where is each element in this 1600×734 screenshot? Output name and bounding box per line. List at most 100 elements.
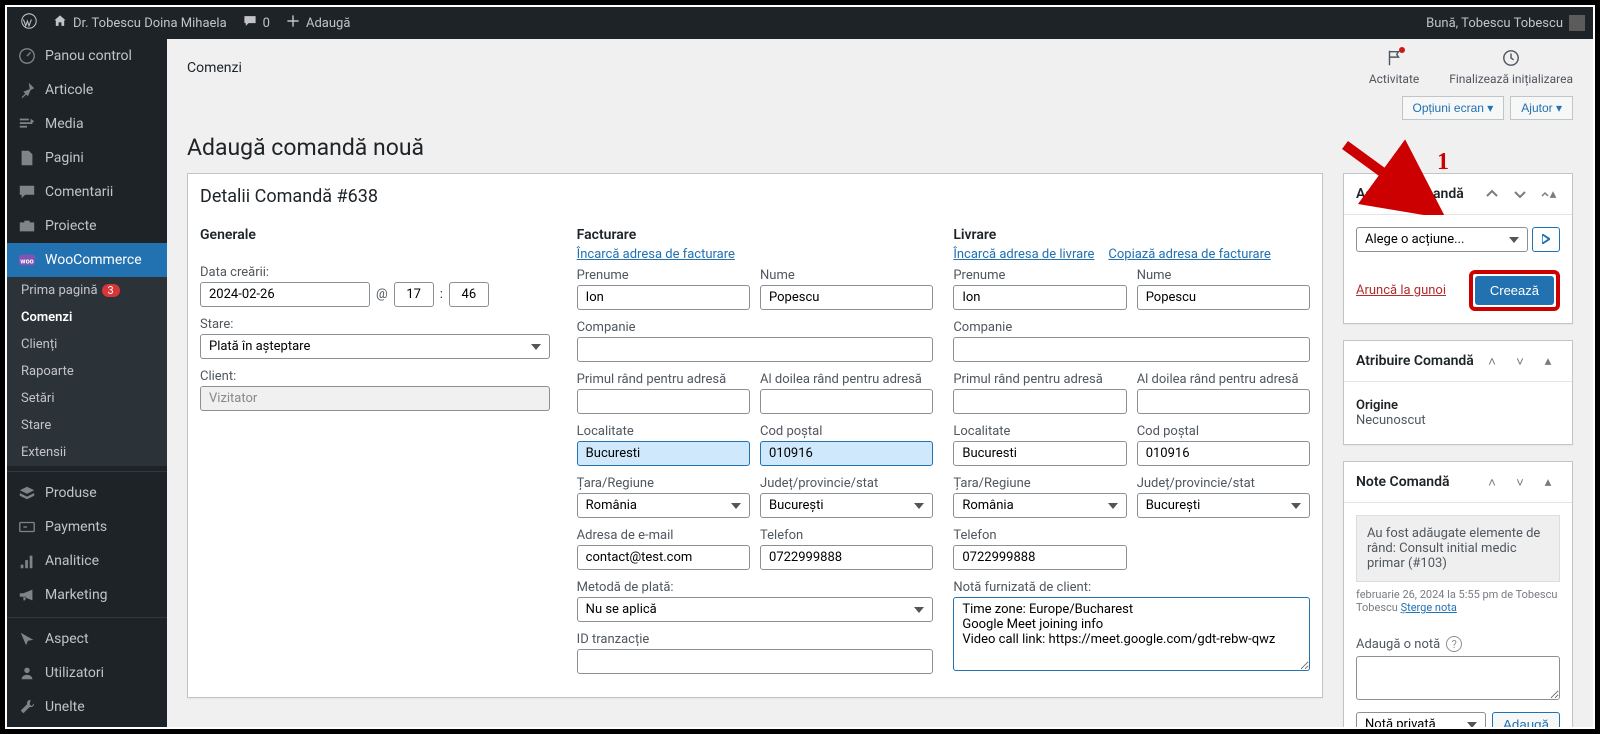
trash-link[interactable]: Aruncă la gunoi	[1356, 283, 1446, 298]
txid-input[interactable]	[577, 649, 934, 674]
submenu-customers[interactable]: Clienți	[7, 331, 167, 358]
activity-button[interactable]: Activitate	[1369, 49, 1419, 86]
shipping-addr1-input[interactable]	[953, 389, 1126, 414]
greeting-text: Bună, Tobescu Tobescu	[1426, 16, 1563, 31]
avatar	[1569, 15, 1585, 31]
comments-link[interactable]: 0	[235, 7, 278, 39]
tools-icon	[17, 697, 37, 717]
chevron-down-icon[interactable]: ˅	[1508, 349, 1532, 373]
billing-email-input[interactable]	[577, 545, 750, 570]
shipping-firstname-input[interactable]	[953, 285, 1126, 310]
clock-icon	[1502, 49, 1520, 70]
apply-action-button[interactable]	[1532, 227, 1560, 252]
pin-icon	[17, 80, 37, 100]
customer-select[interactable]: Vizitator	[200, 386, 550, 411]
chevron-up-icon[interactable]: ˄	[1480, 470, 1504, 494]
billing-city-input[interactable]	[577, 441, 750, 466]
chevron-up-icon[interactable]	[1480, 182, 1504, 206]
choose-action-select[interactable]: Alege o acțiune...	[1356, 227, 1528, 252]
new-content-link[interactable]: Adaugă	[278, 7, 358, 39]
menu-dashboard[interactable]: Panou control	[7, 39, 167, 73]
order-notes-title: Note Comandă	[1356, 474, 1450, 490]
order-actions-title: Acțiuni Comandă	[1356, 186, 1464, 202]
chevron-down-icon[interactable]	[1508, 182, 1532, 206]
chevron-up-icon[interactable]: ˄	[1480, 349, 1504, 373]
finish-setup-label: Finalizează inițializarea	[1449, 72, 1573, 86]
date-created-input[interactable]	[200, 282, 370, 307]
submenu-orders[interactable]: Comenzi	[7, 304, 167, 331]
billing-phone-input[interactable]	[760, 545, 933, 570]
shipping-city-input[interactable]	[953, 441, 1126, 466]
site-link[interactable]: Dr. Tobescu Doina Mihaela	[45, 7, 235, 39]
billing-addr2-input[interactable]	[760, 389, 933, 414]
shipping-company-input[interactable]	[953, 337, 1310, 362]
menu-woocommerce[interactable]: wooWooCommerce	[7, 243, 167, 277]
hour-input[interactable]	[394, 282, 434, 307]
attribution-box: Atribuire Comandă ˄ ˅ ▴ OrigineNecunoscu…	[1343, 340, 1573, 445]
finish-setup-button[interactable]: Finalizează inițializarea	[1449, 49, 1573, 86]
menu-label: WooCommerce	[45, 252, 142, 268]
toggle-collapse-icon[interactable]: ▴	[1536, 182, 1560, 206]
note-type-select[interactable]: Notă privată	[1356, 712, 1486, 727]
menu-projects[interactable]: Proiecte	[7, 209, 167, 243]
menu-tools[interactable]: Unelte	[7, 690, 167, 724]
chevron-down-icon[interactable]: ˅	[1508, 470, 1532, 494]
status-select[interactable]: Plată în așteptare	[200, 334, 550, 359]
toggle-collapse-icon[interactable]: ▴	[1536, 349, 1560, 373]
user-menu[interactable]: Bună, Tobescu Tobescu	[1426, 15, 1593, 31]
menu-media[interactable]: Media	[7, 107, 167, 141]
menu-payments[interactable]: Payments	[7, 510, 167, 544]
create-button[interactable]: Creează	[1475, 276, 1554, 305]
menu-posts[interactable]: Articole	[7, 73, 167, 107]
add-note-textarea[interactable]	[1356, 656, 1560, 700]
menu-comments[interactable]: Comentarii	[7, 175, 167, 209]
submenu-settings[interactable]: Setări	[7, 385, 167, 412]
submenu-extensions[interactable]: Extensii	[7, 439, 167, 466]
shipping-addr2-input[interactable]	[1137, 389, 1310, 414]
menu-label: Utilizatori	[45, 665, 104, 681]
menu-analytics[interactable]: Analitice	[7, 544, 167, 578]
payment-method-select[interactable]: Nu se aplică	[577, 597, 934, 622]
billing-addr1-input[interactable]	[577, 389, 750, 414]
minute-input[interactable]	[449, 282, 489, 307]
at-sign: @	[376, 287, 388, 302]
copy-billing-link[interactable]: Copiază adresa de facturare	[1108, 247, 1270, 262]
toggle-collapse-icon[interactable]: ▴	[1536, 470, 1560, 494]
load-billing-link[interactable]: Încarcă adresa de facturare	[577, 247, 735, 262]
load-shipping-link[interactable]: Încarcă adresa de livrare	[953, 247, 1094, 262]
shipping-state-select[interactable]: București	[1137, 493, 1310, 518]
note-meta: februarie 26, 2024 la 5:55 pm de Tobescu…	[1356, 588, 1560, 614]
admin-bar: Dr. Tobescu Doina Mihaela 0 Adaugă Bună,…	[7, 7, 1593, 39]
menu-appearance[interactable]: Aspect	[7, 622, 167, 656]
appearance-icon	[17, 629, 37, 649]
customer-note-textarea[interactable]	[953, 597, 1310, 671]
screen-options-button[interactable]: Opțiuni ecran ▾	[1402, 96, 1505, 120]
add-note-button[interactable]: Adaugă	[1492, 712, 1560, 727]
billing-postcode-input[interactable]	[760, 441, 933, 466]
menu-pages[interactable]: Pagini	[7, 141, 167, 175]
billing-state-select[interactable]: București	[760, 493, 933, 518]
shipping-postcode-input[interactable]	[1137, 441, 1310, 466]
menu-products[interactable]: Produse	[7, 476, 167, 510]
billing-firstname-input[interactable]	[577, 285, 750, 310]
billing-lastname-input[interactable]	[760, 285, 933, 310]
wp-logo[interactable]	[13, 7, 45, 39]
help-button[interactable]: Ajutor ▾	[1510, 96, 1573, 120]
shipping-country-select[interactable]: România	[953, 493, 1126, 518]
delete-note-link[interactable]: Șterge nota	[1401, 601, 1457, 614]
billing-country-label: Țara/Regiune	[577, 476, 750, 491]
submenu-status[interactable]: Stare	[7, 412, 167, 439]
page-title: Adaugă comandă nouă	[167, 124, 1593, 173]
menu-marketing[interactable]: Marketing	[7, 578, 167, 612]
billing-company-input[interactable]	[577, 337, 934, 362]
order-actions-box: Acțiuni Comandă ▴ Alege o acțiune... Aru…	[1343, 173, 1573, 324]
billing-country-select[interactable]: România	[577, 493, 750, 518]
shipping-city-label: Localitate	[953, 424, 1126, 439]
menu-users[interactable]: Utilizatori	[7, 656, 167, 690]
submenu-reports[interactable]: Rapoarte	[7, 358, 167, 385]
submenu-home[interactable]: Prima pagină3	[7, 277, 167, 304]
order-details-title: Detalii Comandă #638	[200, 186, 1310, 207]
help-icon[interactable]: ?	[1446, 636, 1462, 652]
shipping-lastname-input[interactable]	[1137, 285, 1310, 310]
shipping-phone-input[interactable]	[953, 545, 1126, 570]
